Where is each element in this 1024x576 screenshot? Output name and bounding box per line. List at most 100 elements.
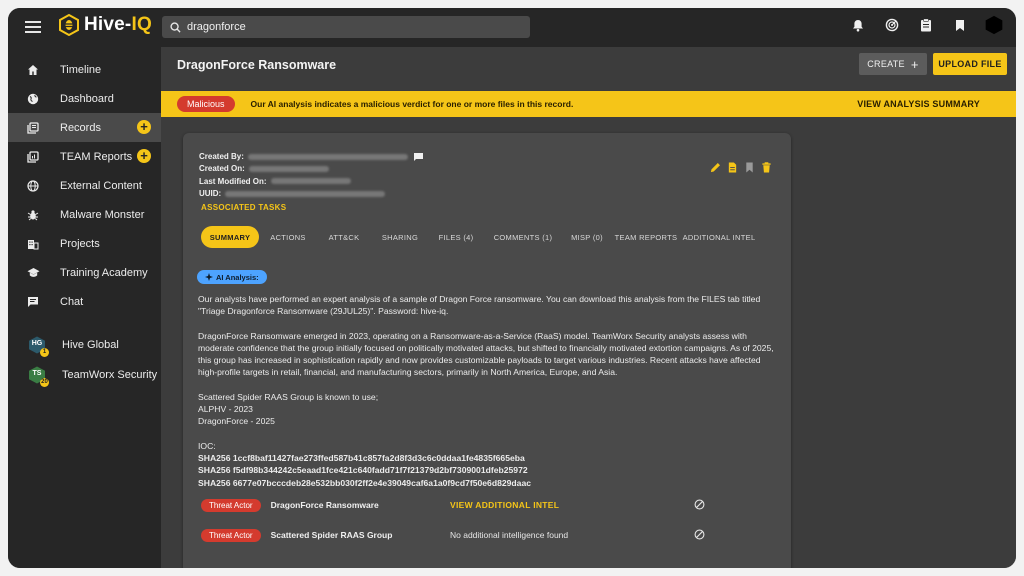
- sidebar-item-projects[interactable]: Projects: [8, 229, 161, 258]
- card-toolbar: [710, 162, 772, 173]
- graduation-cap-icon: [26, 266, 40, 280]
- tab-files[interactable]: FILES (4): [429, 226, 483, 248]
- sidebar-item-dashboard[interactable]: Dashboard: [8, 84, 161, 113]
- ioc-hash: SHA256 1ccf8baf11427fae273ffed587b41c857…: [198, 452, 525, 463]
- sidebar-item-label: Projects: [60, 237, 100, 250]
- menu-icon[interactable]: [25, 19, 41, 35]
- sidebar-item-team-reports[interactable]: TEAM Reports +: [8, 142, 161, 171]
- intel-row: Threat Actor Scattered Spider RAAS Group…: [201, 528, 721, 542]
- delete-icon[interactable]: [761, 162, 772, 173]
- bee-logo-icon: [59, 14, 79, 36]
- ioc-block: IOC: SHA256 1ccf8baf11427fae273ffed587b4…: [198, 440, 532, 488]
- document-icon[interactable]: [727, 162, 738, 173]
- sidebar-item-chat[interactable]: Chat: [8, 287, 161, 316]
- app-logo[interactable]: Hive-IQ: [58, 14, 152, 36]
- building-icon: [26, 237, 40, 251]
- main-content: DragonForce Ransomware CREATE + UPLOAD F…: [161, 47, 1016, 568]
- tab-additional-intel[interactable]: ADDITIONAL INTEL: [681, 226, 757, 248]
- block-icon[interactable]: [694, 529, 705, 540]
- tab-team-reports[interactable]: TEAM REPORTS: [611, 226, 681, 248]
- threat-actor-name: DragonForce Ransomware: [270, 500, 379, 510]
- threat-actor-badge: Threat Actor: [201, 528, 261, 542]
- home-icon: [26, 63, 40, 77]
- sidebar-item-label: Records: [60, 121, 101, 134]
- sidebar-item-timeline[interactable]: Timeline: [8, 55, 161, 84]
- tab-sharing[interactable]: SHARING: [371, 226, 429, 248]
- block-icon[interactable]: [694, 499, 705, 510]
- redacted-value: [247, 153, 408, 160]
- associated-tasks-link[interactable]: ASSOCIATED TASKS: [201, 203, 286, 212]
- intel-row: Threat Actor DragonForce Ransomware VIEW…: [201, 498, 721, 512]
- radar-icon[interactable]: [882, 15, 902, 35]
- sidebar-item-label: Training Academy: [60, 266, 148, 279]
- sidebar: Timeline Dashboard Records + TEAM Report…: [8, 47, 161, 568]
- redacted-value: [270, 178, 351, 185]
- sidebar-item-label: TEAM Reports: [60, 150, 133, 163]
- sidebar-item-label: Dashboard: [60, 92, 114, 105]
- sidebar-group-teamworx-security[interactable]: TS 20 TeamWorx Security: [8, 360, 161, 390]
- tab-attack[interactable]: ATT&CK: [317, 226, 371, 248]
- chat-icon: [26, 295, 40, 309]
- search-input[interactable]: dragonforce: [162, 16, 530, 38]
- verdict-banner: Malicious Our AI analysis indicates a ma…: [161, 91, 1016, 117]
- known-tools-block: Scattered Spider RAAS Group is known to …: [198, 391, 379, 427]
- bookmark-icon[interactable]: [744, 162, 755, 173]
- tab-misp[interactable]: MISP (0): [563, 226, 611, 248]
- sidebar-item-label: External Content: [60, 179, 142, 192]
- redacted-value: [248, 166, 329, 173]
- sidebar-divider: [8, 316, 161, 330]
- record-metadata: Created By: Created On: Last Modified On…: [199, 151, 424, 200]
- bookmark-icon[interactable]: [950, 15, 970, 35]
- tab-actions[interactable]: ACTIONS: [259, 226, 317, 248]
- app-window: Hive-IQ dragonforce Timeline Dashboard R…: [8, 8, 1016, 568]
- ai-analysis-badge: AI Analysis:: [197, 270, 267, 284]
- search-value: dragonforce: [187, 21, 246, 33]
- tab-comments[interactable]: COMMENTS (1): [483, 226, 563, 248]
- ioc-hash: SHA256 6677e07bcccdeb28e532bb030f2ff2e4e…: [198, 477, 532, 488]
- sidebar-item-label: Timeline: [60, 63, 102, 76]
- add-record-button[interactable]: +: [137, 120, 151, 134]
- plus-icon: +: [910, 56, 919, 72]
- threat-actor-name: Scattered Spider RAAS Group: [270, 530, 393, 540]
- upload-file-button[interactable]: UPLOAD FILE: [933, 53, 1007, 75]
- sidebar-group-label: TeamWorx Security: [62, 369, 158, 381]
- bell-icon[interactable]: [848, 15, 868, 35]
- top-bar: Hive-IQ dragonforce: [8, 8, 1016, 47]
- web-icon: [26, 179, 40, 193]
- verdict-message: Our AI analysis indicates a malicious ve…: [250, 99, 574, 109]
- tab-summary[interactable]: SUMMARY: [201, 226, 259, 248]
- clipboard-icon[interactable]: [916, 15, 936, 35]
- app-title: Hive-IQ: [84, 14, 152, 35]
- sidebar-item-records[interactable]: Records +: [8, 113, 161, 142]
- analysis-paragraph: Our analysts have performed an expert an…: [198, 294, 761, 317]
- reports-icon: [26, 150, 40, 164]
- malicious-badge: Malicious: [177, 96, 235, 112]
- records-icon: [26, 121, 40, 135]
- add-team-report-button[interactable]: +: [137, 149, 151, 163]
- search-icon: [170, 21, 181, 33]
- record-tabs: SUMMARY ACTIONS ATT&CK SHARING FILES (4)…: [201, 226, 757, 248]
- intel-status-text: No additional intelligence found: [450, 530, 569, 540]
- comment-icon[interactable]: [414, 152, 424, 161]
- sidebar-item-label: Malware Monster: [60, 208, 145, 221]
- redacted-value: [225, 190, 386, 197]
- sidebar-item-training-academy[interactable]: Training Academy: [8, 258, 161, 287]
- create-button[interactable]: CREATE +: [859, 53, 927, 75]
- globe-icon: [26, 92, 40, 106]
- record-card: Created By: Created On: Last Modified On…: [183, 133, 791, 568]
- user-avatar-icon[interactable]: [984, 15, 1004, 35]
- threat-actor-badge: Threat Actor: [201, 498, 261, 512]
- sidebar-item-malware-monster[interactable]: Malware Monster: [8, 200, 161, 229]
- sidebar-item-label: Chat: [60, 295, 84, 308]
- analysis-text: Our analysts have performed an expert an…: [198, 293, 778, 489]
- group-badge-icon: TS 20: [28, 366, 49, 387]
- page-title: DragonForce Ransomware: [177, 58, 337, 72]
- sidebar-item-external-content[interactable]: External Content: [8, 171, 161, 200]
- edit-icon[interactable]: [710, 162, 721, 173]
- bug-icon: [26, 208, 40, 222]
- sidebar-group-hive-global[interactable]: HG 1 Hive Global: [8, 330, 161, 360]
- group-badge-icon: HG 1: [28, 336, 49, 357]
- view-analysis-summary-link[interactable]: VIEW ANALYSIS SUMMARY: [857, 99, 980, 109]
- sparkle-icon: [205, 273, 213, 281]
- view-additional-intel-link[interactable]: VIEW ADDITIONAL INTEL: [450, 500, 559, 510]
